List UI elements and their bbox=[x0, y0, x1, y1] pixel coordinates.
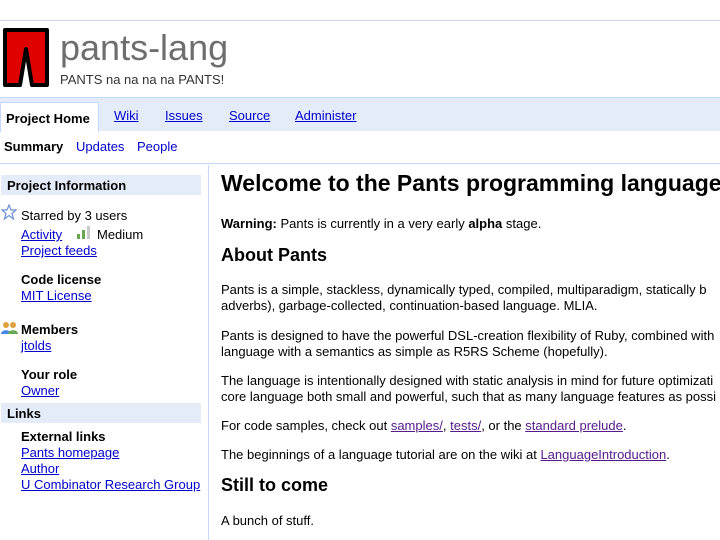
still-to-come-heading: Still to come bbox=[221, 475, 329, 495]
project-info-heading: Project Information bbox=[1, 175, 201, 195]
page-title: Welcome to the Pants programming languag… bbox=[221, 170, 720, 196]
paragraph-3-line-1: The language is intentionally designed w… bbox=[221, 373, 714, 388]
project-tagline: PANTS na na na na PANTS! bbox=[60, 72, 225, 87]
project-feeds-link[interactable]: Project feeds bbox=[21, 243, 97, 258]
subtab-people[interactable]: People bbox=[137, 139, 177, 154]
code-license-label: Code license bbox=[21, 272, 102, 287]
main-tab-bar: Project Home Wiki Issues Source Administ… bbox=[0, 97, 720, 132]
tutorial-text: The beginnings of a language tutorial ar… bbox=[221, 447, 537, 462]
paragraph-3-line-2: core language both small and powerful, s… bbox=[221, 389, 717, 404]
paragraph-1-line-1: Pants is a simple, stackless, dynamicall… bbox=[221, 282, 707, 297]
activity-link[interactable]: Activity bbox=[21, 227, 62, 242]
still-to-come-text: A bunch of stuff. bbox=[221, 513, 314, 528]
star-icon[interactable] bbox=[1, 204, 17, 220]
members-icon bbox=[1, 322, 18, 334]
activity-meter-icon bbox=[77, 226, 90, 239]
activity-level: Medium bbox=[97, 227, 144, 242]
warning-label: Warning: bbox=[221, 216, 277, 231]
external-link-ucombinator[interactable]: U Combinator Research Group bbox=[21, 477, 200, 492]
subtab-summary[interactable]: Summary bbox=[4, 139, 63, 154]
member-link[interactable]: jtolds bbox=[21, 338, 51, 353]
paragraph-2-line-1: Pants is designed to have the powerful D… bbox=[221, 328, 715, 343]
tutorial-line: The beginnings of a language tutorial ar… bbox=[221, 447, 670, 463]
project-name-link[interactable]: pants-lang bbox=[60, 27, 228, 69]
main-content: Welcome to the Pants programming languag… bbox=[221, 165, 720, 540]
members-label: Members bbox=[21, 322, 79, 337]
starred-count: Starred by 3 users bbox=[21, 208, 128, 223]
warning-alpha: alpha bbox=[468, 216, 503, 231]
standard-prelude-link[interactable]: standard prelude bbox=[525, 418, 623, 433]
paragraph-1-line-2: adverbs), garbage-collected, continuatio… bbox=[221, 298, 598, 313]
samples-text: For code samples, check out bbox=[221, 418, 388, 433]
sub-tab-bar: Summary Updates People bbox=[0, 131, 720, 164]
samples-separator: , bbox=[442, 418, 447, 433]
samples-end: . bbox=[622, 418, 627, 433]
samples-middle-text: , or the bbox=[481, 418, 522, 433]
samples-link[interactable]: samples/ bbox=[391, 418, 443, 433]
pants-logo-icon[interactable] bbox=[2, 27, 50, 87]
your-role-label: Your role bbox=[21, 367, 78, 382]
external-links-label: External links bbox=[21, 429, 106, 444]
tab-issues[interactable]: Issues bbox=[165, 108, 203, 123]
project-header: pants-lang PANTS na na na na PANTS! bbox=[0, 21, 720, 97]
code-samples-line: For code samples, check out samples/, te… bbox=[221, 418, 626, 434]
tab-wiki[interactable]: Wiki bbox=[114, 108, 139, 123]
language-introduction-link[interactable]: LanguageIntroduction bbox=[540, 447, 666, 462]
subtab-updates[interactable]: Updates bbox=[76, 139, 124, 154]
tests-link[interactable]: tests/ bbox=[450, 418, 481, 433]
license-link[interactable]: MIT License bbox=[21, 288, 92, 303]
sidebar: Project Information Starred by 3 users A… bbox=[0, 165, 209, 540]
links-heading: Links bbox=[1, 403, 201, 423]
tab-source[interactable]: Source bbox=[229, 108, 270, 123]
warning-text: Pants is currently in a very early bbox=[280, 216, 465, 231]
about-heading: About Pants bbox=[221, 245, 327, 265]
tab-administer[interactable]: Administer bbox=[295, 108, 356, 123]
external-link-pants-homepage[interactable]: Pants homepage bbox=[21, 445, 119, 460]
tab-project-home[interactable]: Project Home bbox=[0, 102, 99, 132]
external-link-author[interactable]: Author bbox=[21, 461, 59, 476]
warning-line: Warning: Pants is currently in a very ea… bbox=[221, 216, 541, 232]
tutorial-end: . bbox=[666, 447, 670, 462]
warning-end: stage. bbox=[505, 216, 542, 231]
paragraph-2-line-2: language with a semantics as simple as R… bbox=[221, 344, 608, 359]
role-link[interactable]: Owner bbox=[21, 383, 59, 398]
